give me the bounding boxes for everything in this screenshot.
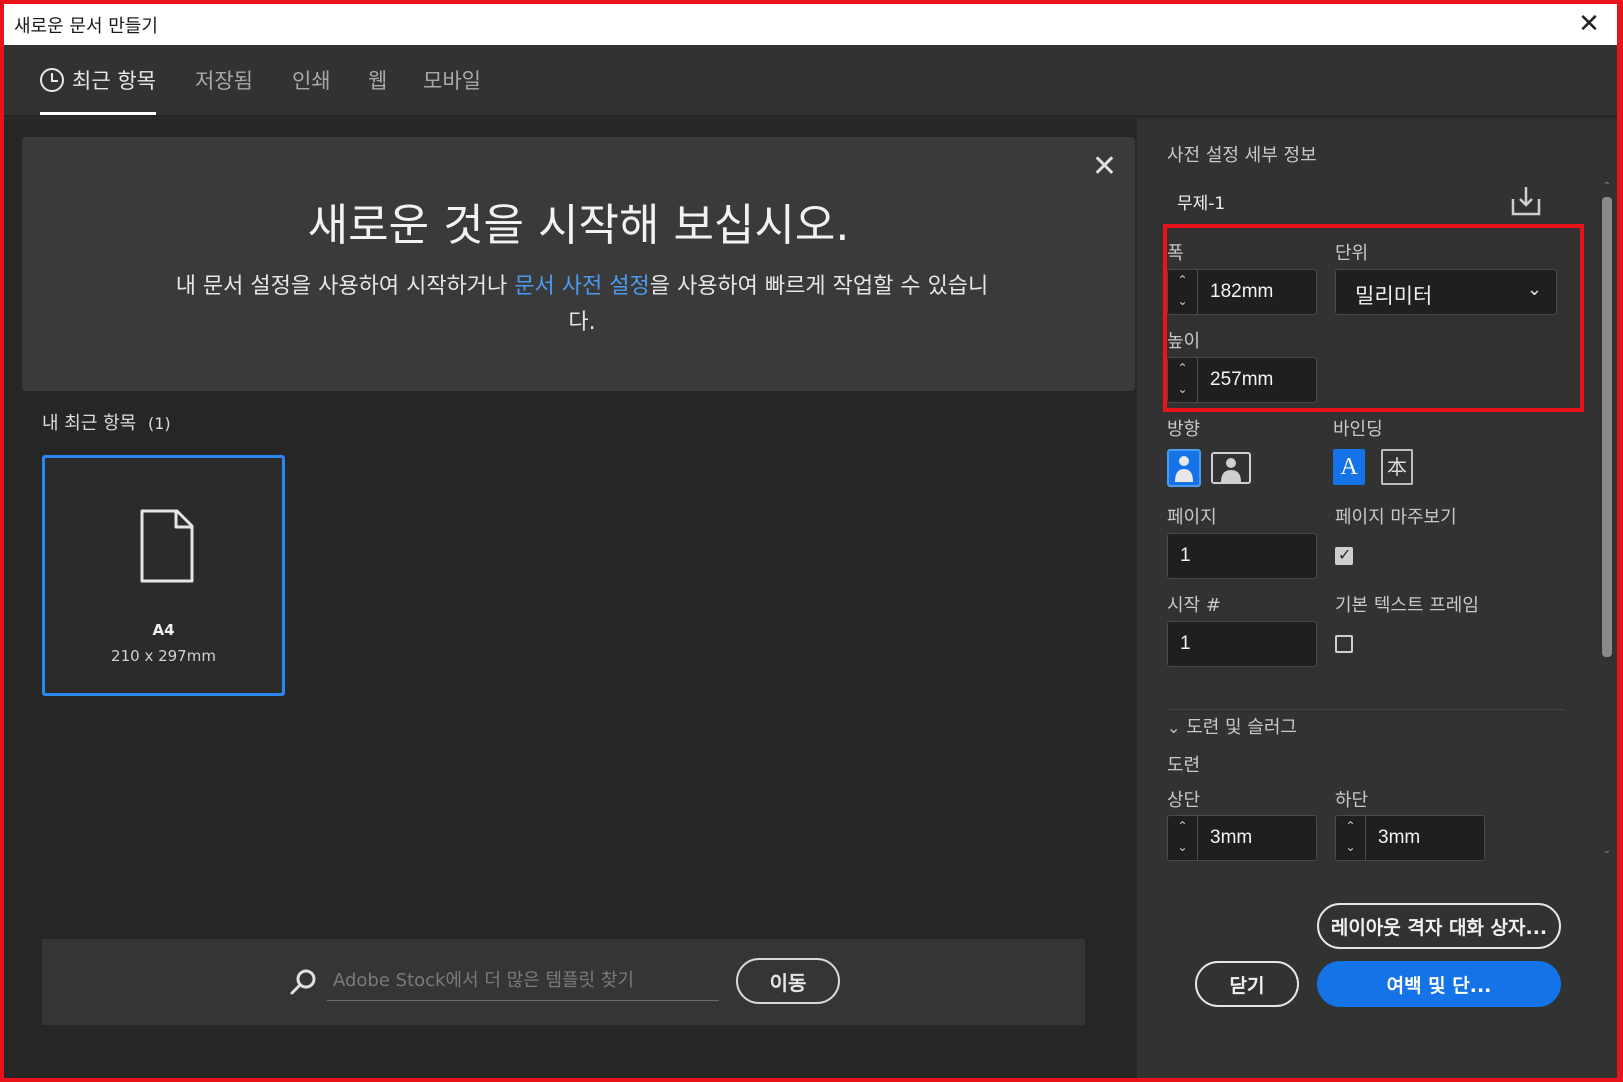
preset-section-title: 사전 설정 세부 정보 — [1167, 145, 1317, 166]
unit-label: 단위 — [1335, 243, 1369, 264]
bleed-top-label: 상단 — [1167, 790, 1201, 811]
document-icon — [140, 509, 194, 583]
height-field[interactable]: ⌃ ⌄ 257mm — [1167, 357, 1317, 403]
go-button[interactable]: 이동 — [736, 958, 840, 1004]
banner-description: 내 문서 설정을 사용하여 시작하거나 문서 사전 설정을 사용하여 빠르게 작… — [172, 269, 992, 341]
scroll-up-icon[interactable]: ⌃ — [1601, 181, 1613, 192]
tab-recent[interactable]: 최근 항목 — [40, 45, 156, 115]
tab-web-label: 웹 — [368, 69, 388, 93]
recent-item-card[interactable]: A4 210 x 297mm — [42, 455, 285, 696]
bleed-top-value: 3mm — [1210, 827, 1253, 848]
search-icon — [290, 969, 316, 995]
save-preset-icon[interactable] — [1510, 185, 1542, 217]
preset-details-panel: ⌃ ⌄ 사전 설정 세부 정보 무제-1 폭 단위 ⌃ ⌄ 182mm 밀리미터 … — [1137, 119, 1617, 1078]
recent-items-heading: 내 최근 항목 (1) — [42, 409, 171, 435]
bleed-bottom-stepper-icon[interactable]: ⌃ ⌄ — [1336, 816, 1366, 860]
chevron-down-icon: ⌄ — [1526, 279, 1542, 300]
panel-scrollbar[interactable] — [1602, 197, 1612, 657]
chevron-down-icon: ⌄ — [1167, 718, 1181, 737]
section-divider — [1167, 709, 1565, 710]
tab-mobile-label: 모바일 — [423, 69, 481, 93]
stock-search-input[interactable] — [327, 961, 719, 1001]
bleed-top-field[interactable]: ⌃ ⌄ 3mm — [1167, 815, 1317, 861]
unit-value: 밀리미터 — [1355, 284, 1433, 308]
recent-item-size: 210 x 297mm — [111, 647, 216, 665]
height-stepper-icon[interactable]: ⌃ ⌄ — [1168, 358, 1198, 402]
unit-select[interactable]: 밀리미터 ⌄ — [1335, 269, 1557, 315]
bleed-bottom-value: 3mm — [1378, 827, 1421, 848]
bleed-bottom-label: 하단 — [1335, 790, 1369, 811]
dismiss-banner-icon[interactable]: ✕ — [1092, 149, 1117, 184]
height-value: 257mm — [1210, 369, 1274, 390]
tab-saved-label: 저장됨 — [195, 69, 253, 93]
width-field[interactable]: ⌃ ⌄ 182mm — [1167, 269, 1317, 315]
document-presets-link[interactable]: 문서 사전 설정 — [514, 274, 649, 299]
tab-recent-label: 최근 항목 — [72, 69, 156, 93]
clock-icon — [40, 68, 64, 92]
start-page-value: 1 — [1180, 633, 1191, 654]
tab-print[interactable]: 인쇄 — [292, 45, 331, 115]
document-name[interactable]: 무제-1 — [1177, 189, 1225, 214]
window-title: 새로운 문서 만들기 — [14, 15, 158, 37]
binding-right-to-left-icon[interactable]: 本 — [1381, 449, 1413, 485]
orientation-label: 방향 — [1167, 419, 1201, 440]
pages-field[interactable]: 1 — [1167, 533, 1317, 579]
recent-item-name: A4 — [152, 621, 175, 639]
start-page-field[interactable]: 1 — [1167, 621, 1317, 667]
scroll-down-icon[interactable]: ⌄ — [1601, 845, 1613, 856]
stock-search-bar: 이동 — [42, 939, 1085, 1025]
pages-label: 페이지 — [1167, 507, 1217, 528]
recent-count: (1) — [147, 414, 171, 433]
primary-text-frame-label: 기본 텍스트 프레임 — [1335, 595, 1479, 616]
close-window-icon[interactable]: ✕ — [1575, 10, 1603, 38]
banner-title: 새로운 것을 시작해 보십시오. — [307, 200, 850, 251]
pages-value: 1 — [1180, 545, 1191, 566]
tab-mobile[interactable]: 모바일 — [423, 45, 481, 115]
recent-heading-text: 내 최근 항목 — [42, 413, 137, 434]
banner-desc-text: 내 문서 설정을 사용하여 시작하거나 — [175, 274, 515, 299]
width-value: 182mm — [1210, 281, 1274, 302]
bleed-slug-toggle[interactable]: ⌄ 도련 및 슬러그 — [1167, 713, 1297, 739]
bleed-label: 도련 — [1167, 755, 1201, 776]
layout-grid-button[interactable]: 레이아웃 격자 대화 상자... — [1317, 903, 1561, 949]
primary-text-frame-checkbox[interactable] — [1335, 635, 1353, 653]
binding-left-to-right-icon[interactable]: A — [1333, 449, 1365, 485]
close-button[interactable]: 닫기 — [1195, 961, 1299, 1007]
bleed-top-stepper-icon[interactable]: ⌃ ⌄ — [1168, 816, 1198, 860]
bleed-bottom-field[interactable]: ⌃ ⌄ 3mm — [1335, 815, 1485, 861]
welcome-banner: ✕ 새로운 것을 시작해 보십시오. 내 문서 설정을 사용하여 시작하거나 문… — [22, 137, 1135, 391]
tab-bar: 최근 항목 저장됨 인쇄 웹 모바일 — [4, 45, 1617, 117]
start-page-label: 시작 # — [1167, 595, 1221, 616]
height-label: 높이 — [1167, 331, 1201, 352]
facing-pages-label: 페이지 마주보기 — [1335, 507, 1457, 528]
new-document-dialog: 새로운 문서 만들기 ✕ 최근 항목 저장됨 인쇄 웹 모바일 ✕ 새로운 것을… — [4, 4, 1617, 1078]
margins-columns-button[interactable]: 여백 및 단... — [1317, 961, 1561, 1007]
width-label: 폭 — [1167, 243, 1184, 264]
facing-pages-checkbox[interactable] — [1335, 545, 1353, 565]
landscape-orientation-icon[interactable] — [1211, 452, 1251, 484]
tab-web[interactable]: 웹 — [368, 45, 387, 115]
width-stepper-icon[interactable]: ⌃ ⌄ — [1168, 270, 1198, 314]
portrait-orientation-icon[interactable] — [1167, 449, 1201, 487]
tab-print-label: 인쇄 — [292, 69, 331, 93]
binding-label: 바인딩 — [1333, 419, 1383, 440]
bleed-slug-heading: 도련 및 슬러그 — [1186, 717, 1297, 738]
main-area: ✕ 새로운 것을 시작해 보십시오. 내 문서 설정을 사용하여 시작하거나 문… — [4, 119, 1137, 1078]
title-bar: 새로운 문서 만들기 ✕ — [4, 4, 1617, 45]
tab-saved[interactable]: 저장됨 — [195, 45, 253, 115]
